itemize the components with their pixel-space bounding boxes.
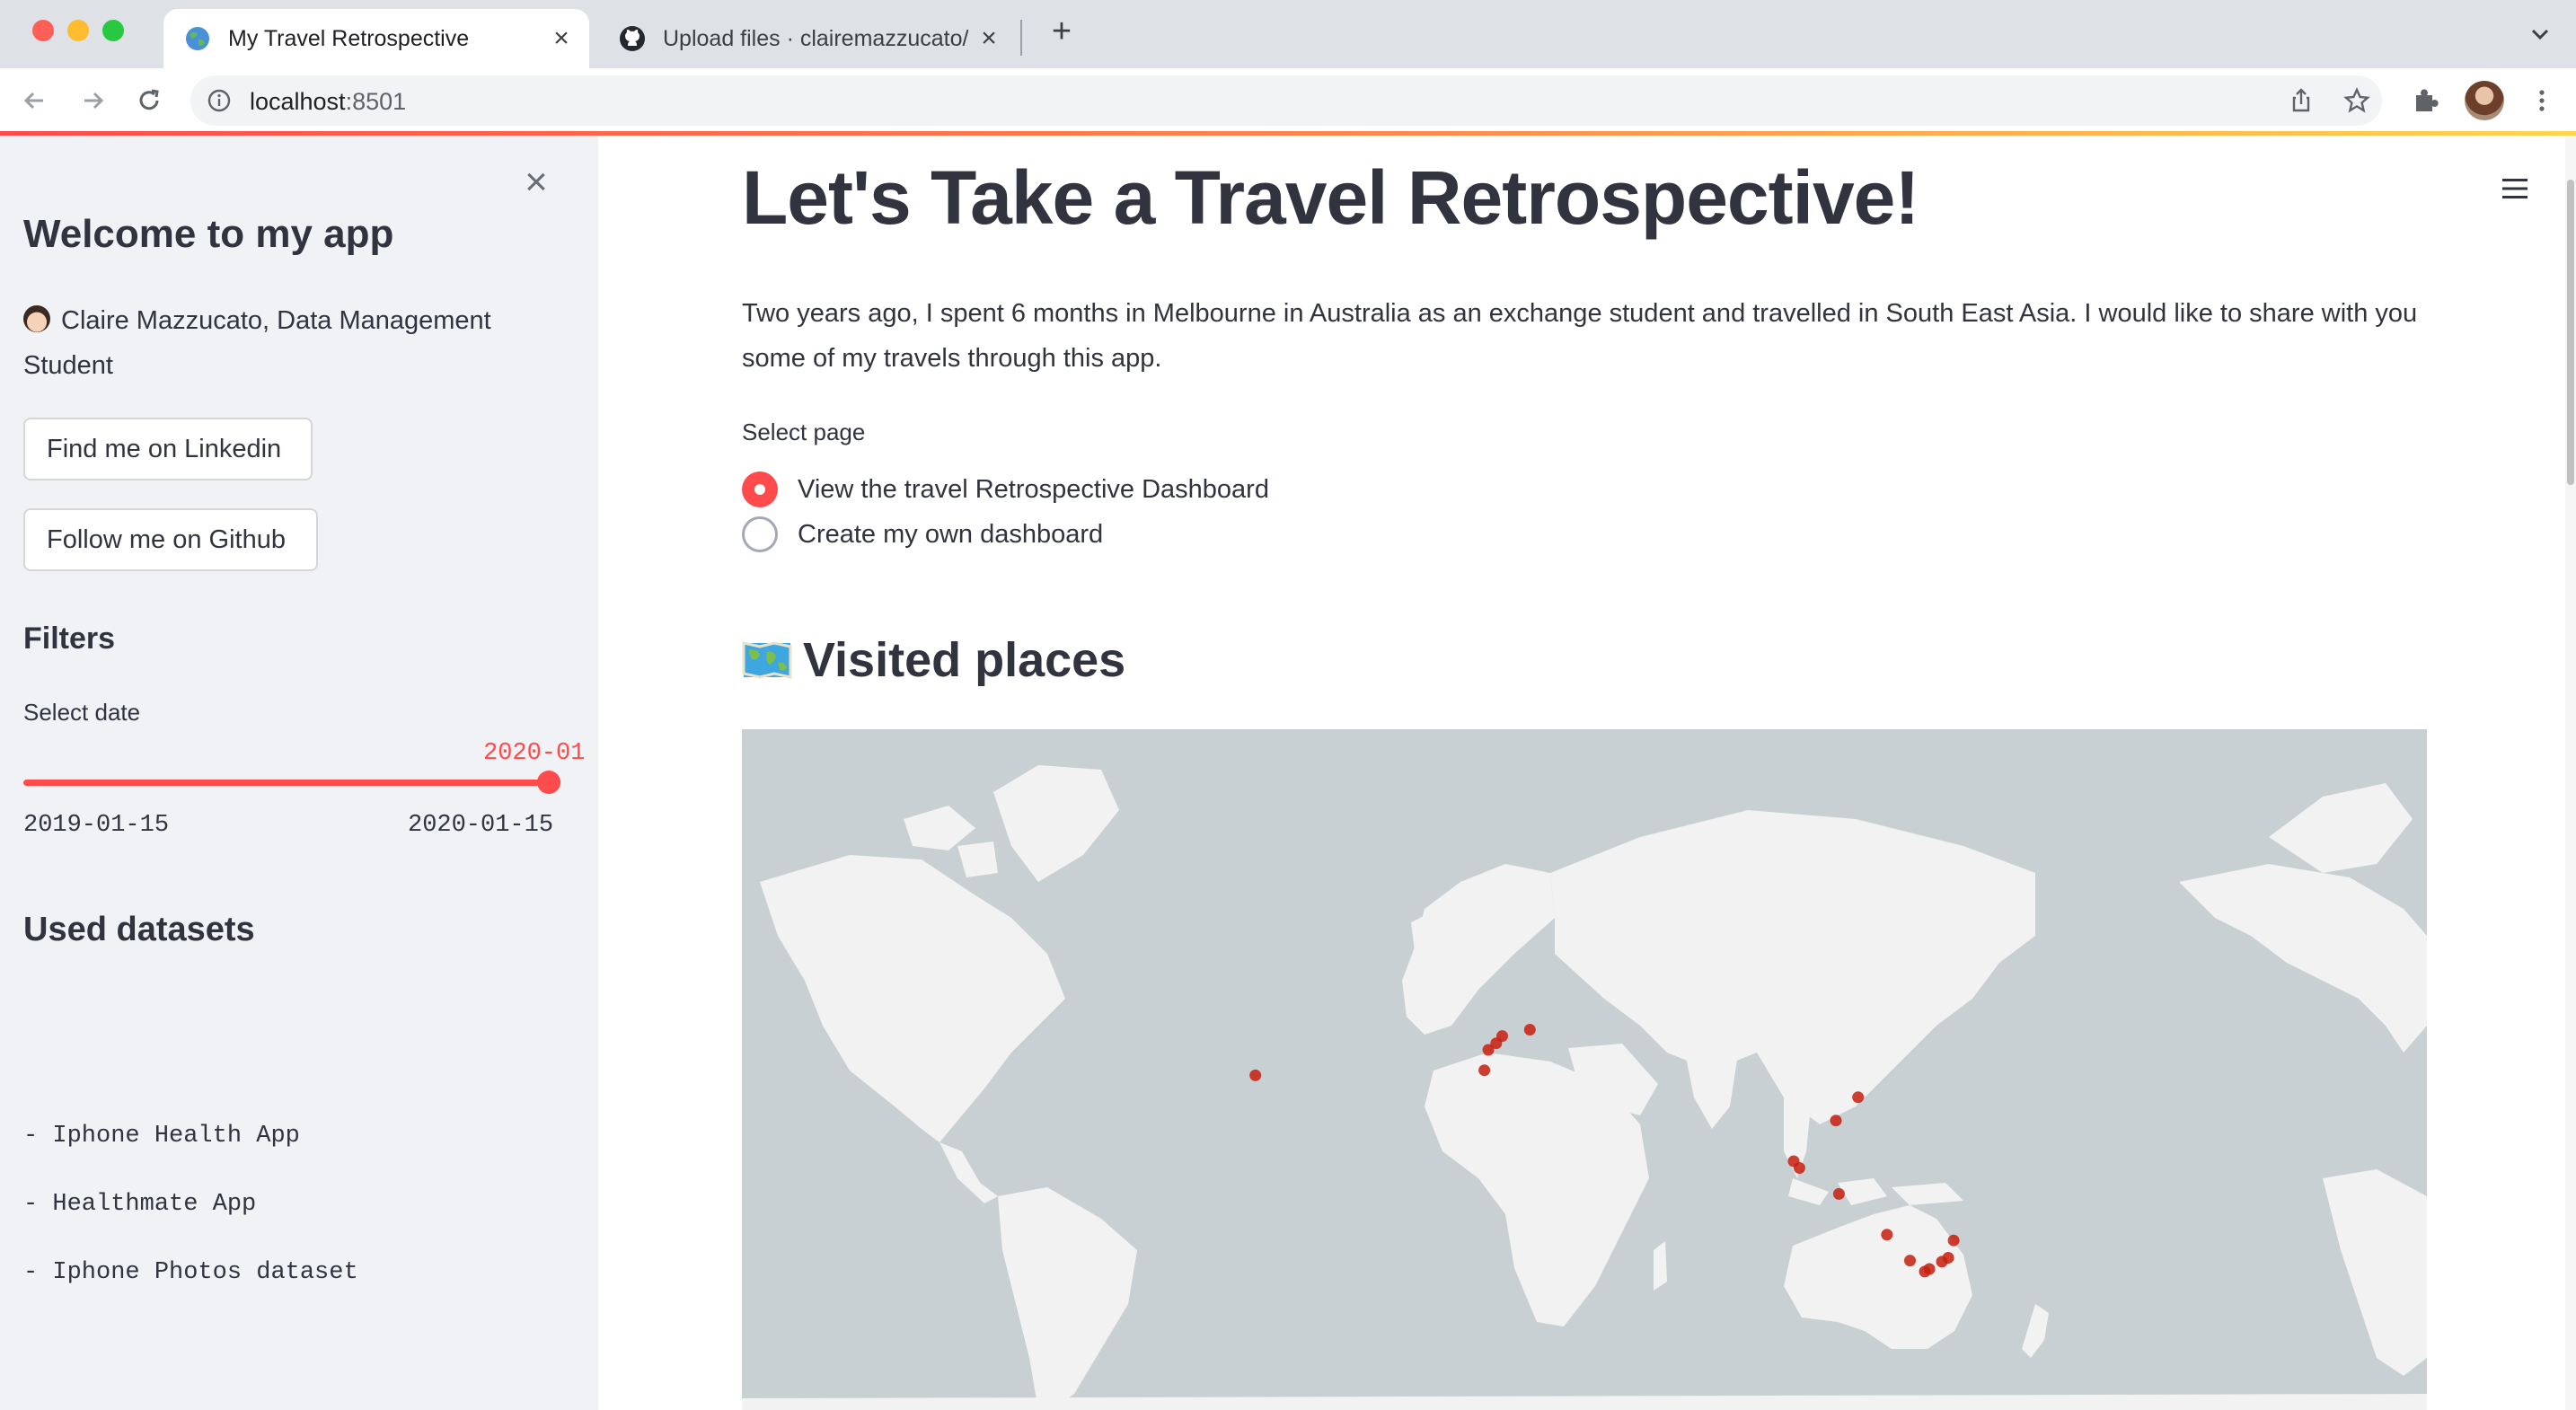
new-tab-plus-icon[interactable]: + (1045, 14, 1078, 48)
date-slider-thumb[interactable] (537, 771, 560, 794)
world-map-emoji-icon (742, 641, 792, 679)
linkedin-button[interactable]: Find me on Linkedin (23, 418, 313, 480)
url-text: localhost:8501 (250, 88, 407, 115)
radio-option-label: Create my own dashboard (798, 519, 1104, 549)
map-marker[interactable] (1852, 1091, 1865, 1104)
world-map[interactable] (742, 729, 2427, 1410)
map-marker[interactable] (1523, 1024, 1536, 1035)
map-marker[interactable] (1881, 1229, 1893, 1241)
bookmark-star-icon[interactable] (2342, 86, 2371, 115)
hamburger-menu-icon[interactable] (2501, 176, 2529, 201)
profile-avatar[interactable] (2465, 81, 2504, 120)
tab-travel-retrospective[interactable]: My Travel Retrospective × (163, 9, 589, 68)
page-title: Let's Take a Travel Retrospective! (742, 155, 1919, 240)
browser-toolbar: localhost:8501 (0, 68, 2576, 133)
tab-separator (1020, 20, 1022, 56)
radio-unselected-icon[interactable] (742, 516, 778, 552)
radio-option-label: View the travel Retrospective Dashboard (798, 474, 1269, 504)
map-marker[interactable] (1496, 1030, 1508, 1043)
slider-current-value: 2020-01 (483, 740, 586, 767)
date-slider-label: Select date (23, 699, 141, 726)
land-masses (742, 765, 2427, 1410)
visited-places-heading: Visited places (742, 632, 1125, 688)
visited-places-map[interactable] (742, 729, 2427, 1410)
datasets-heading: Used datasets (23, 911, 255, 948)
tab-title: Upload files · clairemazzucato/ (663, 25, 968, 51)
window-close-button[interactable] (32, 20, 54, 41)
tab-search-chevron-icon[interactable] (2526, 20, 2554, 48)
intro-paragraph: Two years ago, I spent 6 months in Melbo… (742, 299, 2418, 373)
author-line: Claire Mazzucato, Data Management Studen… (23, 305, 491, 380)
map-marker[interactable] (1904, 1255, 1916, 1267)
window-minimize-button[interactable] (67, 20, 89, 41)
map-marker[interactable] (1919, 1265, 1931, 1278)
window-maximize-button[interactable] (102, 20, 124, 41)
dataset-item: - Iphone Photos dataset (23, 1259, 358, 1286)
close-tab-icon[interactable]: × (546, 23, 577, 54)
scrollbar-thumb[interactable] (2567, 180, 2574, 485)
share-icon[interactable] (2287, 86, 2316, 115)
map-marker[interactable] (1793, 1162, 1805, 1174)
extensions-puzzle-icon[interactable] (2409, 84, 2441, 117)
github-icon (618, 24, 647, 53)
tab-title: My Travel Retrospective (228, 25, 470, 51)
tab-upload-files[interactable]: Upload files · clairemazzucato/ × (598, 9, 1017, 68)
woman-emoji-icon (23, 305, 50, 332)
site-info-icon[interactable] (207, 88, 232, 113)
map-marker[interactable] (1830, 1115, 1842, 1127)
globe-icon (183, 24, 212, 53)
map-marker[interactable] (1249, 1069, 1262, 1081)
map-marker[interactable] (1947, 1234, 1960, 1247)
map-marker[interactable] (1478, 1064, 1491, 1077)
github-button[interactable]: Follow me on Github (23, 508, 318, 571)
close-sidebar-icon[interactable]: × (519, 163, 553, 202)
dataset-item: - Iphone Health App (23, 1123, 300, 1150)
radio-option-create[interactable]: Create my own dashboard (742, 516, 1103, 552)
map-marker[interactable] (1832, 1187, 1845, 1200)
back-arrow-icon[interactable] (16, 83, 52, 119)
map-marker[interactable] (1482, 1044, 1495, 1056)
browser-tab-bar: My Travel Retrospective × Upload files ·… (0, 0, 2576, 68)
address-bar[interactable]: localhost:8501 (190, 75, 2382, 126)
browser-menu-icon[interactable] (2526, 84, 2558, 117)
slider-max-label: 2020-01-15 (408, 812, 554, 839)
reload-icon[interactable] (131, 83, 167, 119)
radio-selected-icon[interactable] (742, 471, 778, 507)
radio-option-dashboard[interactable]: View the travel Retrospective Dashboard (742, 471, 1269, 507)
map-marker[interactable] (1936, 1256, 1948, 1268)
dataset-item: - Healthmate App (23, 1191, 257, 1218)
slider-min-label: 2019-01-15 (23, 812, 170, 839)
forward-arrow-icon[interactable] (75, 83, 111, 119)
date-slider-track[interactable] (23, 780, 560, 786)
sidebar-welcome-heading: Welcome to my app (23, 212, 394, 256)
select-page-label: Select page (742, 419, 866, 445)
filters-heading: Filters (23, 621, 116, 656)
close-tab-icon[interactable]: × (974, 23, 1004, 54)
